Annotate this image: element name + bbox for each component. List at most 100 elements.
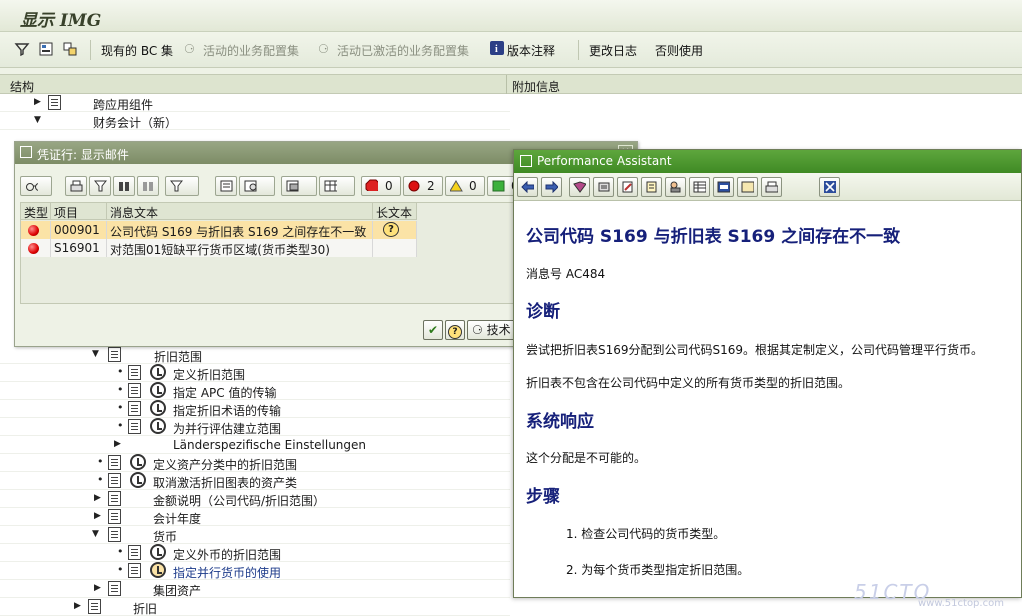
warning-count-button[interactable]: 0 bbox=[445, 176, 485, 196]
collapse-arrow-icon[interactable]: ▼ bbox=[92, 529, 99, 539]
tree-item-label: 跨应用组件 bbox=[93, 98, 154, 112]
forward-button[interactable] bbox=[541, 177, 562, 197]
tree-row-deactivate-class[interactable]: • 取消激活折旧图表的资产类 bbox=[0, 472, 510, 490]
tree-row-parallel-valuation[interactable]: • 为并行评估建立范围 bbox=[0, 418, 510, 436]
tree-row-depreciation[interactable]: ▶ 折旧 bbox=[0, 598, 510, 616]
stop-count-button[interactable]: 0 bbox=[361, 176, 401, 196]
execute-clock-icon[interactable] bbox=[150, 544, 166, 560]
settings-icon[interactable] bbox=[713, 177, 734, 197]
export-button[interactable] bbox=[239, 176, 275, 196]
tree-row-fi-new[interactable]: ▼ 财务会计（新） bbox=[0, 112, 510, 130]
tree-row-amount-spec[interactable]: ▶ 金额说明（公司代码/折旧范围） bbox=[0, 490, 510, 508]
close-icon[interactable] bbox=[819, 177, 840, 197]
col-long-text[interactable]: 长文本 bbox=[373, 203, 417, 220]
otherwise-use-button[interactable]: 否则使用 bbox=[655, 42, 703, 59]
table-icon[interactable] bbox=[689, 177, 710, 197]
long-text-help-icon[interactable]: ? bbox=[383, 222, 399, 237]
tree-item-label: 指定 APC 值的传输 bbox=[173, 386, 277, 400]
tree-row-group-assets[interactable]: ▶ 集团资产 bbox=[0, 580, 510, 598]
tree-row-dep-area[interactable]: ▼ 折旧范围 bbox=[0, 346, 510, 364]
execute-clock-icon[interactable] bbox=[150, 400, 166, 416]
tree-item-label: 为并行评估建立范围 bbox=[173, 422, 282, 436]
collapse-arrow-icon[interactable]: ▼ bbox=[92, 349, 99, 359]
change-log-button[interactable]: 更改日志 bbox=[589, 42, 637, 59]
col-text[interactable]: 消息文本 bbox=[107, 203, 373, 220]
error-count: 2 bbox=[427, 179, 435, 193]
expand-arrow-icon[interactable]: ▶ bbox=[34, 97, 41, 107]
glasses-button[interactable] bbox=[20, 176, 52, 196]
hierarchy-icon[interactable] bbox=[62, 41, 78, 57]
document-icon bbox=[108, 581, 121, 596]
watermark-url: www.51ctop.com bbox=[918, 598, 1004, 609]
execute-clock-icon[interactable] bbox=[150, 382, 166, 398]
tree-row-currency[interactable]: ▼ 货币 bbox=[0, 526, 510, 544]
print-icon[interactable] bbox=[761, 177, 782, 197]
table-row[interactable]: S16901 对范围01短缺平行货币区域(货币类型30) bbox=[21, 239, 417, 257]
expand-arrow-icon[interactable]: ▶ bbox=[94, 583, 101, 593]
tree-row-parallel-currency-use[interactable]: • 指定并行货币的使用 bbox=[0, 562, 510, 580]
execute-clock-icon[interactable] bbox=[150, 562, 166, 578]
binoculars-button[interactable] bbox=[137, 176, 159, 196]
tree-row-define-dep-area[interactable]: • 定义折旧范围 bbox=[0, 364, 510, 382]
table-button[interactable] bbox=[319, 176, 355, 196]
execute-clock-icon[interactable] bbox=[130, 454, 146, 470]
table-row[interactable]: 000901 公司代码 S169 与折旧表 S169 之间存在不一致 ? bbox=[21, 221, 417, 239]
window-title: 显示 IMG bbox=[20, 11, 102, 31]
users-icon[interactable] bbox=[665, 177, 686, 197]
tree-row-apc-transfer[interactable]: • 指定 APC 值的传输 bbox=[0, 382, 510, 400]
main-header: 结构 附加信息 bbox=[0, 74, 1022, 95]
notes-icon[interactable] bbox=[641, 177, 662, 197]
tree-item-label: 货币 bbox=[153, 530, 178, 544]
existing-bc-button[interactable]: 现有的 BC 集 bbox=[101, 42, 173, 59]
warning-count: 0 bbox=[469, 179, 477, 193]
edit-icon[interactable] bbox=[617, 177, 638, 197]
assistant-titlebar[interactable]: Performance Assistant bbox=[514, 150, 1021, 173]
send-button[interactable] bbox=[281, 176, 317, 196]
error-count-button[interactable]: 2 bbox=[403, 176, 443, 196]
release-notes-button[interactable]: 版本注释 bbox=[507, 42, 555, 59]
expand-arrow-icon[interactable]: ▶ bbox=[74, 601, 81, 611]
filter-button[interactable] bbox=[165, 176, 199, 196]
book-icon[interactable] bbox=[569, 177, 590, 197]
tree-row-fiscal-year[interactable]: ▶ 会计年度 bbox=[0, 508, 510, 526]
find-next-button[interactable] bbox=[113, 176, 135, 196]
tree-item-label: 定义外币的折旧范围 bbox=[173, 548, 282, 562]
find-button[interactable] bbox=[89, 176, 111, 196]
tree-item-label: 折旧范围 bbox=[154, 350, 203, 364]
tree-row-cross-app[interactable]: ▶ 跨应用组件 bbox=[0, 94, 510, 112]
tree-item-label: 折旧 bbox=[133, 602, 158, 616]
tree-row-foreign-currency-dep[interactable]: • 定义外币的折旧范围 bbox=[0, 544, 510, 562]
tree-item-label: 会计年度 bbox=[153, 512, 202, 526]
filter-icon[interactable] bbox=[14, 41, 30, 57]
tree-item-label: 取消激活折旧图表的资产类 bbox=[153, 476, 298, 490]
tree-row-country-settings[interactable]: ▶ Länderspezifische Einstellungen bbox=[0, 436, 510, 454]
tree-item-label: 金额说明（公司代码/折旧范围） bbox=[153, 494, 326, 508]
confirm-check-button[interactable]: ✔ bbox=[423, 320, 443, 340]
expand-arrow-icon[interactable]: ▶ bbox=[94, 493, 101, 503]
message-item: 000901 bbox=[51, 221, 107, 239]
execute-clock-icon[interactable] bbox=[150, 418, 166, 434]
document-icon bbox=[88, 599, 101, 614]
activated-bc-button[interactable]: 活动已激活的业务配置集 bbox=[337, 42, 469, 59]
back-button[interactable] bbox=[517, 177, 538, 197]
structure-icon[interactable] bbox=[38, 41, 54, 57]
execute-clock-icon[interactable] bbox=[150, 364, 166, 380]
help-button[interactable]: ? bbox=[445, 320, 465, 340]
tree-row-asset-class-dep[interactable]: • 定义资产分类中的折旧范围 bbox=[0, 454, 510, 472]
collapse-arrow-icon[interactable]: ▼ bbox=[34, 115, 41, 125]
error-led-icon bbox=[28, 243, 39, 254]
expand-arrow-icon[interactable]: ▶ bbox=[94, 511, 101, 521]
tree-row-dep-term-transfer[interactable]: • 指定折旧术语的传输 bbox=[0, 400, 510, 418]
col-item[interactable]: 项目 bbox=[51, 203, 107, 220]
document-icon bbox=[108, 347, 121, 362]
layout-button[interactable] bbox=[215, 176, 237, 196]
active-bc-button[interactable]: 活动的业务配置集 bbox=[203, 42, 299, 59]
print-button[interactable] bbox=[65, 176, 87, 196]
tag-icon[interactable] bbox=[737, 177, 758, 197]
col-type[interactable]: 类型 bbox=[21, 203, 51, 220]
glasses-icon: ⚆ bbox=[472, 323, 483, 337]
execute-clock-icon[interactable] bbox=[130, 472, 146, 488]
step-2: 2. 为每个货币类型指定折旧范围。 bbox=[566, 563, 750, 577]
expand-arrow-icon[interactable]: ▶ bbox=[114, 439, 121, 449]
tools-icon[interactable] bbox=[593, 177, 614, 197]
